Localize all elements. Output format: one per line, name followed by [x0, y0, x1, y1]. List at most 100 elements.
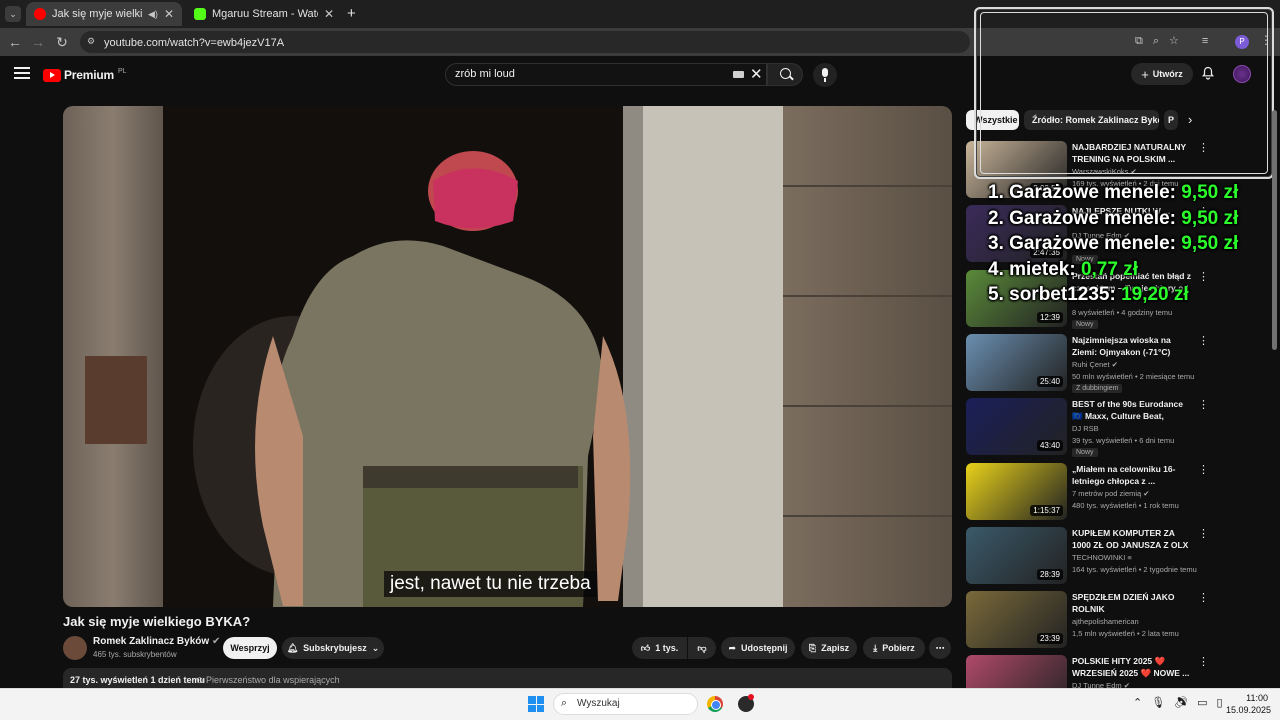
clock-time[interactable]: 11:00: [1246, 693, 1268, 703]
recommendation-title[interactable]: Najzimniejsza wioska na Ziemi: Ojmyakon …: [1072, 334, 1194, 358]
save-button[interactable]: ⎘ Zapisz: [801, 637, 857, 659]
system-tray-icons[interactable]: ⌃🎙︎🔊︎▭▯: [1133, 696, 1232, 709]
logo-word: Premium: [64, 68, 114, 82]
recommendation-item[interactable]: 28:39 KUPIŁEM KOMPUTER ZA 1000 ZŁ OD JANU…: [966, 526, 1266, 585]
tab-title: Jak się myje wielkiego BYKA: [52, 8, 143, 20]
recommendation-item[interactable]: 25:40 Najzimniejsza wioska na Ziemi: Ojmy…: [966, 333, 1266, 393]
recommendation-meta: 164 tys. wyświetleń • 2 tygodnie temu: [1072, 564, 1197, 574]
recording-indicator-icon: [748, 694, 754, 700]
clear-search-icon[interactable]: ✕: [750, 65, 763, 83]
thumb-down-icon: 👎︎: [697, 642, 707, 653]
recommendation-title[interactable]: POLSKIE HITY 2025 ❤️ WRZESIEŃ 2025 ❤️ NO…: [1072, 655, 1194, 679]
back-icon[interactable]: ←: [7, 34, 23, 50]
dislike-button[interactable]: 👎︎: [688, 637, 716, 659]
channel-avatar[interactable]: [63, 636, 87, 660]
channel-name[interactable]: Romek Zaklinacz Byków ✔: [93, 636, 220, 647]
profile-icon[interactable]: P: [1235, 35, 1249, 49]
more-vert-icon[interactable]: ⋮: [1198, 655, 1209, 668]
share-button[interactable]: ➦ Udostępnij: [721, 637, 795, 659]
share-icon: ➦: [728, 642, 737, 653]
youtube-logo[interactable]: Premium PL: [43, 68, 127, 82]
recommendation-channel[interactable]: 7 metrów pod ziemią ✔: [1072, 489, 1150, 498]
donor-entry: 5. sorbet1235: 19,20 zł: [988, 284, 1189, 306]
recommendation-item[interactable]: 1:15:37 „Miałem na celowniku 16-letniego …: [966, 462, 1266, 521]
recommendation-channel[interactable]: DJ RSB: [1072, 424, 1099, 433]
taskbar-search[interactable]: [553, 693, 698, 715]
recommendation-channel[interactable]: TECHNOWINKI ≡: [1072, 553, 1132, 562]
new-tab-button[interactable]: +: [347, 5, 356, 22]
support-button[interactable]: Wesprzyj: [223, 637, 277, 659]
donor-amount: 9,50 zł: [1181, 182, 1239, 203]
video-thumbnail[interactable]: 43:40: [966, 398, 1067, 456]
more-vert-icon[interactable]: ⋮: [1198, 270, 1209, 283]
search-value[interactable]: zrób mi loud: [455, 68, 515, 80]
recommendation-meta: 8 wyświetleń • 4 godziny temu: [1072, 307, 1173, 317]
tab-active[interactable]: Jak się myje wielkiego BYKA ◀) ✕: [26, 2, 182, 26]
recommendation-title[interactable]: „Miałem na celowniku 16-letniego chłopca…: [1072, 463, 1194, 487]
site-info-icon[interactable]: ⚙: [87, 36, 98, 47]
close-tab-icon[interactable]: ✕: [164, 7, 174, 21]
close-tab-icon[interactable]: ✕: [324, 7, 334, 21]
overlay-toolbar-icons: ⧉⌕☆ ≡: [1135, 35, 1219, 47]
chrome-taskbar-icon[interactable]: [707, 696, 723, 712]
tab-inactive[interactable]: Mgaruu Stream - Watch Live on ✕: [186, 2, 342, 26]
subscribed-button[interactable]: 🔔︎ Subskrybujesz ⌄: [282, 637, 384, 659]
recommendation-title[interactable]: BEST of the 90s Eurodance 🇪🇺 Maxx, Cultu…: [1072, 398, 1194, 422]
video-thumbnail[interactable]: 28:39: [966, 526, 1067, 584]
page-scrollbar[interactable]: [1272, 110, 1277, 350]
menu-icon[interactable]: [14, 67, 30, 79]
more-vert-icon[interactable]: ⋮: [1198, 398, 1209, 411]
recommendation-channel[interactable]: ajthepolishamerican: [1072, 617, 1139, 626]
duration-badge: 1:15:37: [1030, 504, 1063, 516]
more-vert-icon[interactable]: ⋮: [1198, 463, 1209, 476]
recommendation-badge: Nowy: [1072, 448, 1098, 458]
chevron-down-icon: ⌄: [371, 642, 380, 653]
url-text[interactable]: youtube.com/watch?v=ewb4jezV17A: [104, 37, 284, 49]
more-vert-icon[interactable]: ⋮: [1198, 334, 1209, 347]
recommendation-badge: Z dubbingiem: [1072, 383, 1123, 393]
more-vert-icon[interactable]: ⋮: [1198, 591, 1209, 604]
reload-icon[interactable]: ↻: [54, 34, 70, 50]
recommendation-item[interactable]: 43:40 BEST of the 90s Eurodance 🇪🇺 Maxx, …: [966, 398, 1266, 458]
video-player[interactable]: [63, 106, 952, 607]
forward-icon[interactable]: →: [30, 34, 46, 50]
recommendation-title[interactable]: SPĘDZIŁEM DZIEŃ JAKO ROLNIK: [1072, 591, 1194, 615]
donor-label: 1. Garażowe menele:: [988, 182, 1176, 203]
recommendation-title[interactable]: KUPIŁEM KOMPUTER ZA 1000 ZŁ OD JANUSZA Z…: [1072, 527, 1194, 551]
clock-date[interactable]: 15.09.2025: [1226, 705, 1271, 715]
youtube-play-icon: [43, 68, 61, 82]
donor-label: 5. sorbet1235:: [988, 284, 1116, 305]
video-thumbnail[interactable]: 1:15:37: [966, 462, 1067, 520]
like-button[interactable]: 👍︎ 1 tys.: [632, 637, 687, 659]
verified-icon: ✔: [211, 636, 221, 647]
browser-menu-icon[interactable]: ⋮: [1260, 33, 1272, 47]
taskbar-search-icon: ⌕: [561, 697, 568, 709]
recommendation-meta: 480 tys. wyświetleń • 1 rok temu: [1072, 500, 1179, 510]
video-thumbnail[interactable]: 25:40: [966, 333, 1067, 391]
video-thumbnail[interactable]: 23:39: [966, 591, 1067, 649]
members-first-note: ⊙ Pierwszeństwo dla wspierających: [196, 675, 340, 685]
download-button[interactable]: ⤓ Pobierz: [863, 637, 925, 659]
youtube-favicon-icon: [34, 8, 46, 20]
keyboard-icon[interactable]: [733, 71, 744, 78]
more-vert-icon[interactable]: ⋮: [1198, 527, 1209, 540]
channel-name-text[interactable]: Romek Zaklinacz Byków: [93, 636, 209, 647]
windows-start-icon[interactable]: [528, 696, 544, 712]
voice-search-icon[interactable]: [813, 63, 837, 87]
donor-entry: 2. Garażowe menele: 9,50 zł: [988, 208, 1238, 230]
search-button[interactable]: [767, 63, 803, 86]
more-actions-button[interactable]: ⋯: [929, 637, 951, 659]
tab-search-button[interactable]: ⌄: [5, 6, 21, 22]
subscribed-label: Subskrybujesz: [303, 643, 367, 653]
taskbar-search-placeholder[interactable]: Wyszukaj: [577, 698, 620, 709]
recommendation-channel[interactable]: Ruhi Çenet ✔: [1072, 360, 1118, 369]
share-label: Udostępnij: [741, 643, 788, 653]
download-label: Pobierz: [882, 643, 915, 653]
donor-entry: 4. mietek: 0,77 zł: [988, 259, 1138, 281]
donor-amount: 0,77 zł: [1080, 258, 1138, 280]
duration-badge: 23:39: [1036, 633, 1063, 645]
duration-badge: 28:39: [1036, 568, 1063, 580]
like-count: 1 tys.: [655, 643, 679, 653]
video-title: Jak się myje wielkiego BYKA?: [63, 614, 251, 629]
recommendation-item[interactable]: 23:39 SPĘDZIŁEM DZIEŃ JAKO ROLNIK ajthepol…: [966, 591, 1266, 649]
